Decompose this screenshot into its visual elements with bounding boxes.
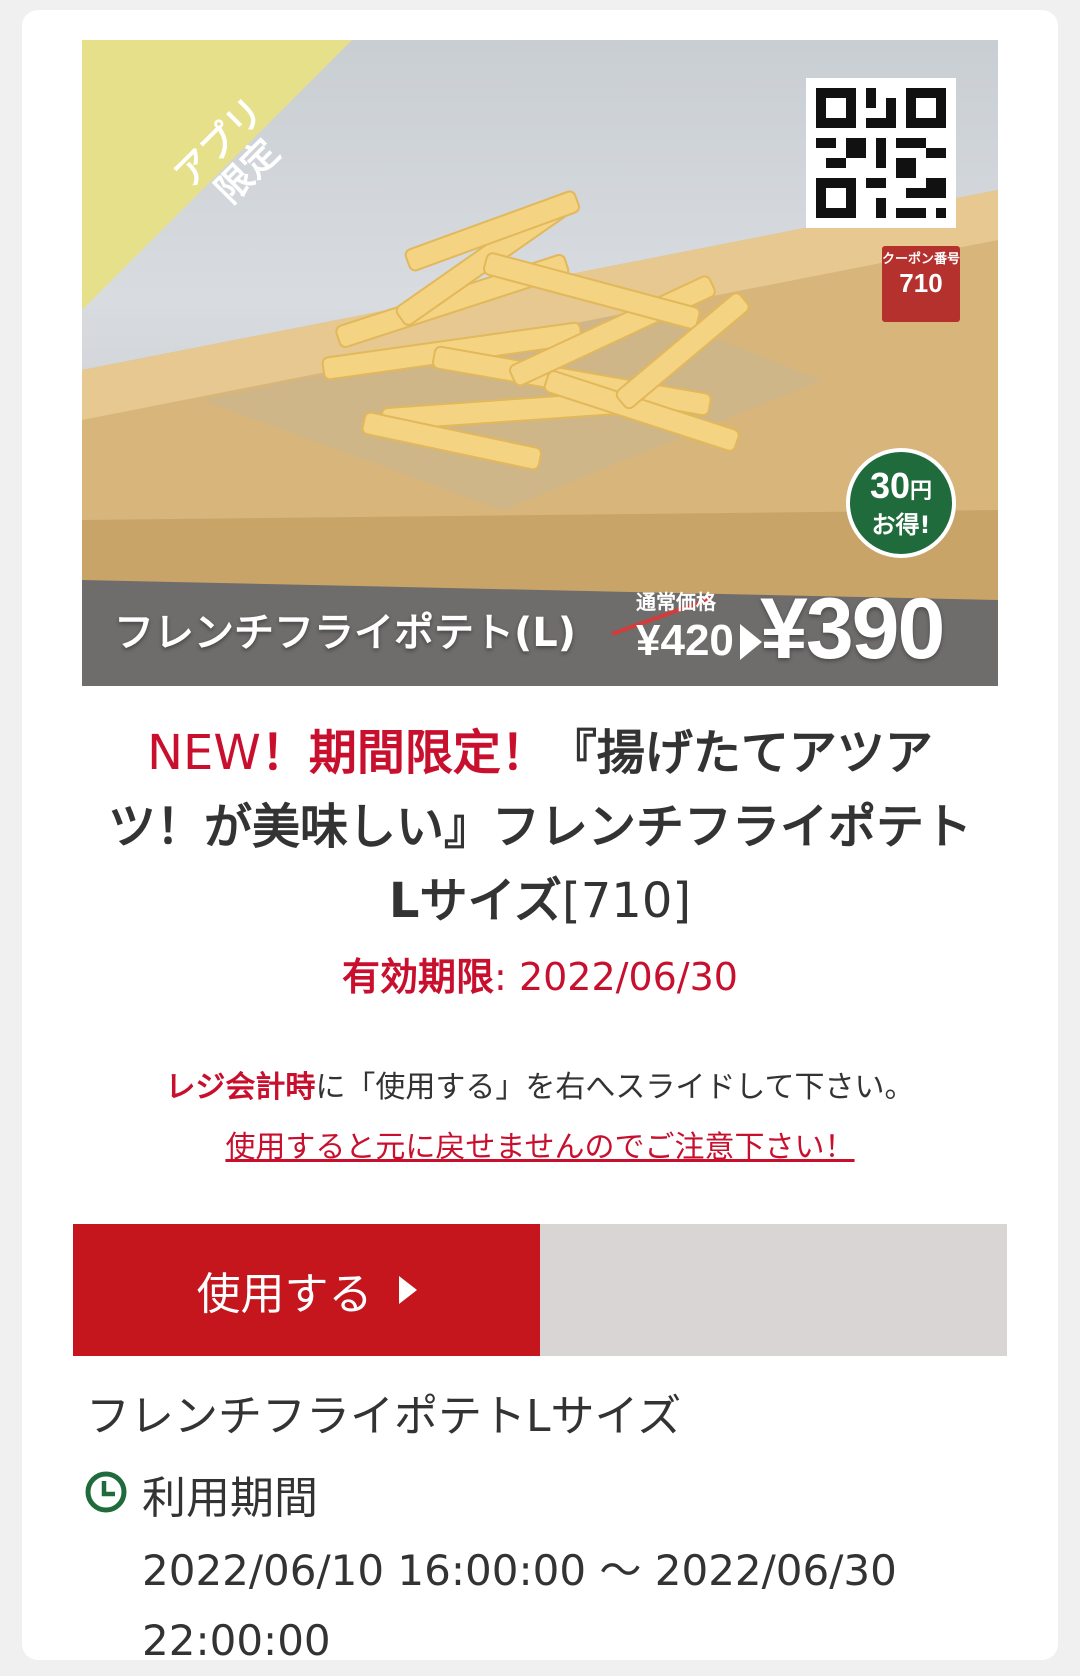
- regular-price-label: 通常価格: [636, 590, 716, 614]
- period-value: 2022/06/10 16:00:00 〜 2022/06/30 22:00:0…: [142, 1546, 897, 1665]
- savings-unit: 円: [910, 478, 933, 503]
- expiry-label: 有効期限: [342, 955, 495, 999]
- coupon-image: アプリ限定 クーポン番号 710 30円 お得! フレンチフライポテト(L) 通…: [82, 40, 998, 686]
- savings-text: お得!: [871, 511, 931, 539]
- coupon-number-badge: クーポン番号 710: [882, 246, 960, 322]
- coupon-number: 710: [899, 268, 943, 298]
- slider-label: 使用する: [196, 1269, 373, 1320]
- slider-handle[interactable]: 使用する: [73, 1224, 540, 1356]
- play-arrow-icon: [398, 1276, 417, 1304]
- savings-amount: 30: [869, 465, 911, 506]
- expiry: 有効期限: 2022/06/30: [0, 946, 1080, 1001]
- coupon-number-label: クーポン番号: [882, 252, 961, 267]
- savings-badge: 30円 お得!: [846, 448, 956, 558]
- coupon-headline: NEW！期間限定！『揚げたてアツアツ！が美味しい』フレンチフライポテトLサイズ[…: [100, 716, 980, 938]
- product-overlay-name: フレンチフライポテト(L): [114, 610, 577, 656]
- price-arrow-icon: [740, 624, 762, 660]
- new-label: NEW: [147, 725, 261, 781]
- instruction-bold: レジ会計時: [165, 1070, 316, 1105]
- sale-price: ¥390: [760, 581, 945, 677]
- expiry-date: 2022/06/30: [518, 955, 738, 999]
- period-label: 利用期間: [142, 1473, 318, 1524]
- qr-code: [806, 78, 956, 228]
- expiry-separator: :: [494, 955, 507, 999]
- limited-label: ！期間限定！: [260, 725, 549, 781]
- usage-instruction: レジ会計時に「使用する」を右へスライドして下さい。: [0, 1062, 1080, 1106]
- headline-code: [710]: [562, 873, 692, 929]
- usage-warning: 使用すると元に戻せませんのでご注意下さい！: [225, 1130, 855, 1165]
- regular-price: ¥420: [636, 616, 734, 665]
- detail-product-name: フレンチフライポテトLサイズ: [86, 1391, 682, 1442]
- use-coupon-slider[interactable]: 使用する: [73, 1224, 1007, 1356]
- instruction-rest: に「使用する」を右へスライドして下さい。: [315, 1070, 915, 1105]
- clock-icon: [85, 1471, 127, 1513]
